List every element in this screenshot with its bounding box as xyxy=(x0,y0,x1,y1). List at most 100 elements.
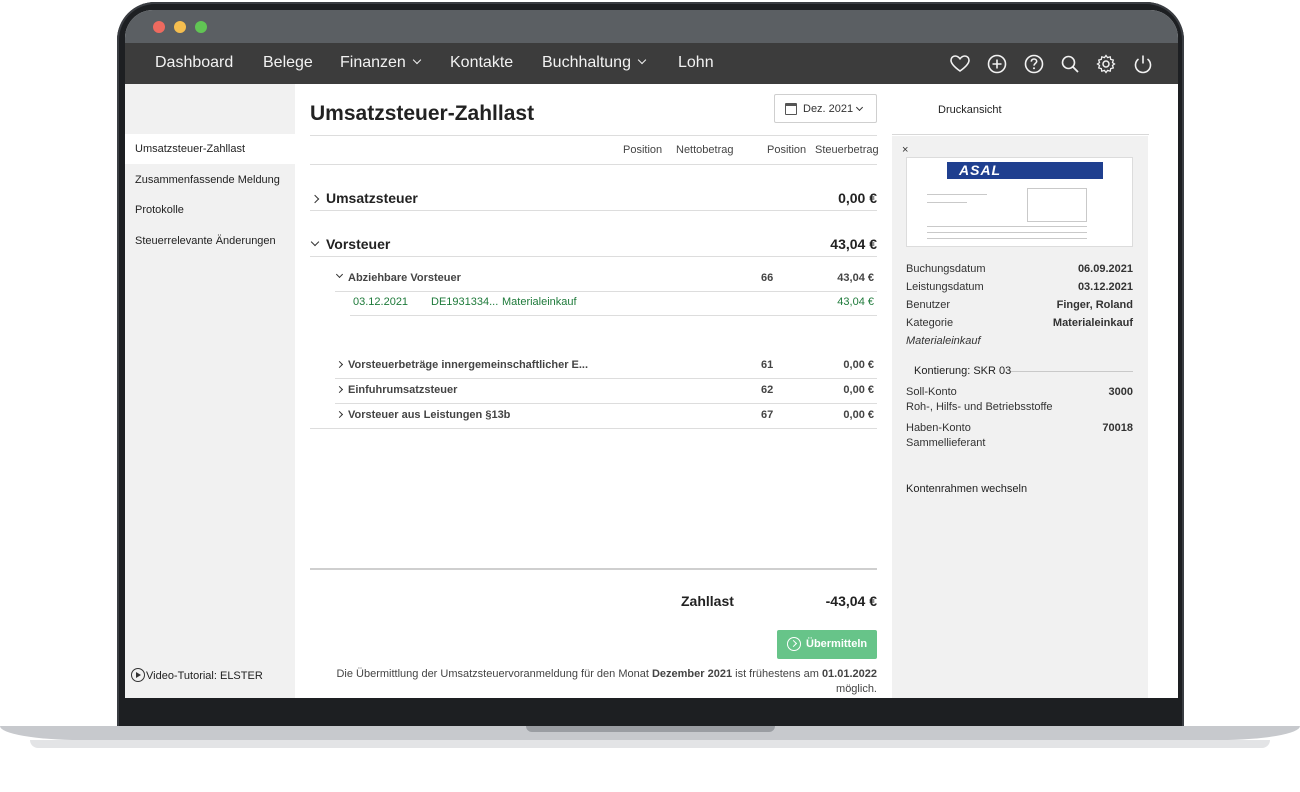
sidebar-item-umsatzsteuer-zahllast[interactable]: Umsatzsteuer-Zahllast xyxy=(125,134,295,164)
kontierung-label: Kontierung: SKR 03 xyxy=(914,365,1012,377)
entry-number: DE1931334... xyxy=(431,296,499,308)
change-chart-of-accounts-link[interactable]: Kontenrahmen wechseln xyxy=(906,483,1027,495)
chevron-right-icon xyxy=(335,360,344,369)
top-navigation: Dashboard Belege Finanzen Kontakte Buchh… xyxy=(125,43,1178,84)
heart-icon[interactable] xyxy=(949,53,971,75)
divider xyxy=(310,210,877,211)
submission-note: Die Übermittlung der Umsatzsteuervoranme… xyxy=(336,668,877,695)
column-header-position-2: Position xyxy=(767,144,807,156)
power-icon[interactable] xyxy=(1132,53,1154,75)
divider xyxy=(1011,371,1133,372)
nav-lohn[interactable]: Lohn xyxy=(678,54,714,72)
nav-dashboard[interactable]: Dashboard xyxy=(155,54,233,72)
subsection-einfuhrumsatzsteuer[interactable]: Einfuhrumsatzsteuer 62 0,00 € xyxy=(335,384,877,396)
divider xyxy=(350,315,877,316)
zahllast-value: -43,04 € xyxy=(825,593,877,609)
submit-button[interactable]: Übermitteln xyxy=(777,630,877,659)
column-header-nettobetrag: Nettobetrag xyxy=(676,144,734,156)
divider xyxy=(335,403,877,404)
divider xyxy=(335,378,877,379)
screen-bezel xyxy=(125,698,1178,726)
main-content: Umsatzsteuer-Zahllast Dez. 2021 Position… xyxy=(295,84,892,698)
detail-benutzer: Benutzer Finger, Roland xyxy=(906,299,1133,311)
chevron-down-icon xyxy=(412,55,422,65)
print-view-link[interactable]: Druckansicht xyxy=(938,104,1002,116)
chevron-right-icon xyxy=(335,410,344,419)
chevron-down-icon xyxy=(335,270,344,279)
divider xyxy=(892,134,1149,135)
section-vorsteuer[interactable]: Vorsteuer 43,04 € xyxy=(310,236,877,252)
nav-finanzen[interactable]: Finanzen xyxy=(340,54,422,72)
chevron-down-icon xyxy=(855,103,864,112)
plus-circle-icon[interactable] xyxy=(986,53,1008,75)
window-titlebar xyxy=(125,10,1178,43)
chevron-right-icon xyxy=(335,385,344,394)
entry-date: 03.12.2021 xyxy=(353,296,409,308)
tax-amount: 0,00 € xyxy=(843,384,874,396)
laptop-notch xyxy=(526,726,775,732)
sidebar-item-protokolle[interactable]: Protokolle xyxy=(125,195,295,225)
sidebar-item-steuerrelevante-aenderungen[interactable]: Steuerrelevante Änderungen xyxy=(125,226,295,256)
position-number: 67 xyxy=(761,409,774,421)
tax-amount: 0,00 € xyxy=(843,409,874,421)
chevron-down-icon xyxy=(637,55,647,65)
minimize-window-button[interactable] xyxy=(174,21,186,33)
divider xyxy=(310,256,877,257)
divider xyxy=(310,164,877,165)
detail-buchungsdatum: Buchungsdatum 06.09.2021 xyxy=(906,263,1133,275)
divider xyxy=(310,428,877,429)
thumbnail-line xyxy=(927,238,1087,239)
position-number: 66 xyxy=(761,272,774,284)
close-panel-button[interactable]: × xyxy=(902,144,908,156)
divider xyxy=(310,568,877,570)
position-number: 62 xyxy=(761,384,774,396)
chevron-right-icon xyxy=(310,194,320,204)
document-thumbnail[interactable]: ASAL xyxy=(906,157,1133,247)
thumbnail-line xyxy=(927,202,967,203)
divider xyxy=(310,135,877,136)
subsection-innergemeinschaftlich[interactable]: Vorsteuerbeträge innergemeinschaftlicher… xyxy=(335,359,877,371)
video-tutorial-link[interactable]: Video-Tutorial: ELSTER xyxy=(131,668,263,682)
chevron-down-icon xyxy=(310,237,320,247)
divider xyxy=(335,291,877,292)
calendar-icon xyxy=(785,103,797,115)
thumbnail-line xyxy=(927,226,1087,227)
sidebar: Umsatzsteuer-Zahllast Zusammenfassende M… xyxy=(125,84,295,698)
position-number: 61 xyxy=(761,359,774,371)
section-value: 43,04 € xyxy=(830,236,877,252)
section-value: 0,00 € xyxy=(838,190,877,206)
subsection-abziehbare-vorsteuer[interactable]: Abziehbare Vorsteuer 66 43,04 € xyxy=(335,270,877,284)
play-icon xyxy=(131,668,145,682)
entry-category: Materialeinkauf xyxy=(502,296,577,308)
page-title: Umsatzsteuer-Zahllast xyxy=(310,102,535,125)
nav-kontakte[interactable]: Kontakte xyxy=(450,54,513,72)
category-note: Materialeinkauf xyxy=(906,335,981,347)
tax-amount: 43,04 € xyxy=(837,272,874,284)
tax-amount: 0,00 € xyxy=(843,359,874,371)
thumbnail-line xyxy=(927,232,1087,233)
subsection-vorsteuer-13b[interactable]: Vorsteuer aus Leistungen §13b 67 0,00 € xyxy=(335,409,877,421)
column-header-steuerbetrag: Steuerbetrag xyxy=(815,144,879,156)
arrow-circle-icon xyxy=(787,637,801,651)
laptop-shadow xyxy=(30,740,1270,748)
document-logo: ASAL xyxy=(947,162,1103,179)
thumbnail-line xyxy=(927,194,987,195)
help-icon[interactable] xyxy=(1023,53,1045,75)
search-icon[interactable] xyxy=(1059,53,1081,75)
section-umsatzsteuer[interactable]: Umsatzsteuer 0,00 € xyxy=(310,190,877,206)
period-picker[interactable]: Dez. 2021 xyxy=(774,94,877,123)
nav-belege[interactable]: Belege xyxy=(263,54,313,72)
nav-buchhaltung[interactable]: Buchhaltung xyxy=(542,54,647,72)
gear-icon[interactable] xyxy=(1095,53,1117,75)
close-window-button[interactable] xyxy=(153,21,165,33)
sidebar-item-zusammenfassende-meldung[interactable]: Zusammenfassende Meldung xyxy=(125,165,295,195)
haben-konto: Haben-Konto Sammellieferant 70018 xyxy=(906,422,1133,449)
detail-kategorie: Kategorie Materialeinkauf xyxy=(906,317,1133,329)
maximize-window-button[interactable] xyxy=(195,21,207,33)
thumbnail-box xyxy=(1027,188,1087,222)
detail-leistungsdatum: Leistungsdatum 03.12.2021 xyxy=(906,281,1133,293)
entry-value: 43,04 € xyxy=(837,296,874,308)
zahllast-label: Zahllast xyxy=(681,593,734,609)
column-header-position: Position xyxy=(623,144,663,156)
soll-konto: Soll-Konto Roh-, Hilfs- und Betriebsstoff… xyxy=(906,386,1133,413)
